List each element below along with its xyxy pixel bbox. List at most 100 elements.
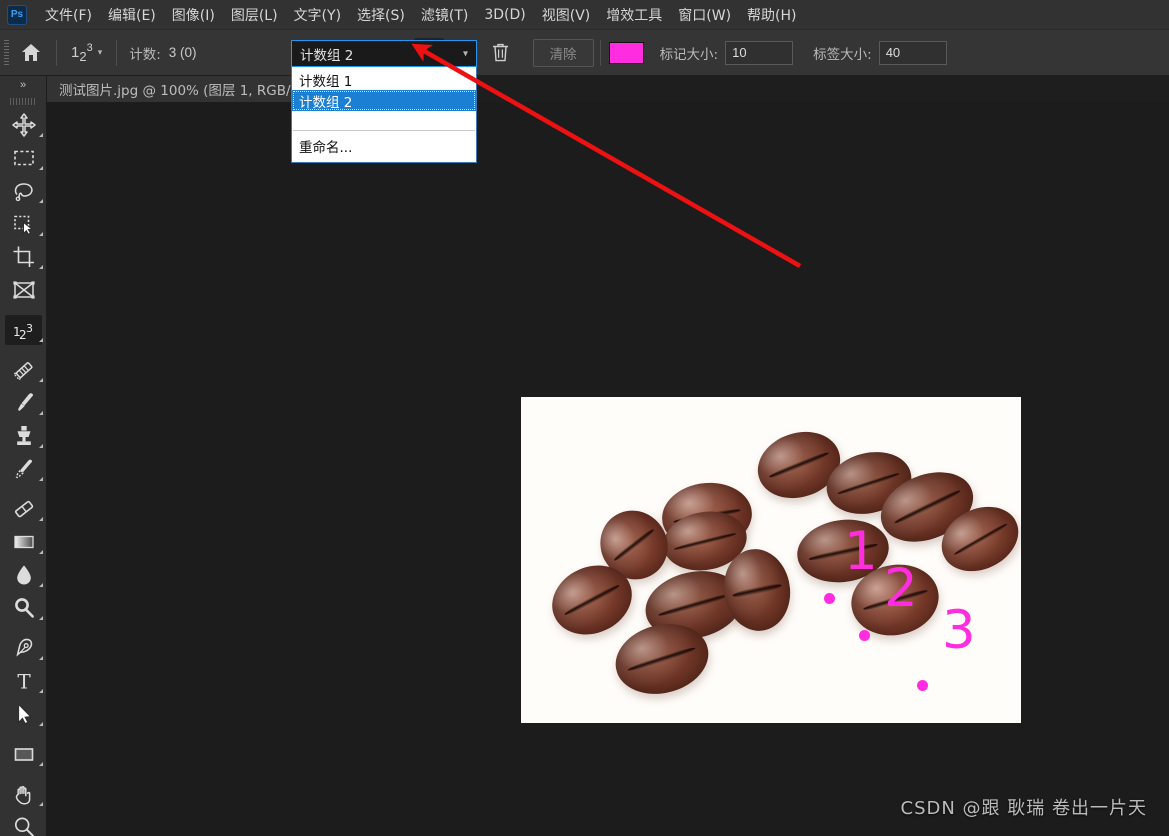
document-tab-bar: 测试图片.jpg @ 100% (图层 1, RGB/8#) * ✕	[47, 76, 1169, 102]
count-marker-dot[interactable]	[824, 593, 835, 604]
tool-separator	[0, 770, 46, 777]
label-size-input[interactable]: 40	[878, 40, 947, 65]
tool-flyout-corner-icon	[39, 378, 43, 382]
marker-size-group: 标记大小: 10	[660, 40, 794, 65]
collapse-tools-button[interactable]: »	[0, 76, 46, 94]
tool-separator	[0, 730, 46, 737]
count-marker-dot[interactable]	[917, 680, 928, 691]
count-marker-label[interactable]: 2	[884, 562, 918, 615]
move-icon	[5, 110, 42, 140]
menu-item-6[interactable]: 滤镜(T)	[413, 1, 476, 29]
tool-hand-tool[interactable]	[0, 777, 47, 810]
chevron-down-icon: ▾	[97, 47, 103, 57]
dodge-icon	[5, 593, 42, 623]
brush-icon	[5, 388, 42, 418]
separator	[56, 39, 57, 66]
marker-color-swatch[interactable]	[608, 41, 644, 64]
tool-separator	[0, 624, 46, 631]
menu-item-8[interactable]: 视图(V)	[534, 1, 599, 29]
crop-icon	[5, 242, 42, 272]
menu-item-2[interactable]: 图像(I)	[164, 1, 223, 29]
count-marker-dot[interactable]	[859, 630, 870, 641]
tool-object-selection-tool[interactable]	[0, 207, 47, 240]
count-marker-label[interactable]: 3	[942, 604, 976, 657]
count-value: 3 (0)	[168, 45, 197, 60]
label-size-group: 标签大小: 40	[813, 40, 947, 65]
tool-history-brush-tool[interactable]	[0, 452, 47, 485]
tool-blur-tool[interactable]	[0, 558, 47, 591]
menu-item-9[interactable]: 增效工具	[598, 1, 670, 29]
hand-icon	[5, 779, 42, 809]
tool-zoom-tool[interactable]	[0, 810, 47, 836]
tool-frame-tool[interactable]	[0, 273, 47, 306]
lasso-icon	[5, 176, 42, 206]
menu-item-10[interactable]: 窗口(W)	[670, 1, 739, 29]
tool-clone-stamp-tool[interactable]	[0, 419, 47, 452]
tool-flyout-corner-icon	[39, 550, 43, 554]
menu-item-0[interactable]: 文件(F)	[37, 1, 100, 29]
tool-preset-picker[interactable]: 123 ▾	[63, 37, 110, 69]
dropdown-spacer	[292, 111, 476, 129]
tool-lasso-tool[interactable]	[0, 174, 47, 207]
count-group-selected-value: 计数组 2	[300, 47, 354, 64]
marker-size-input[interactable]: 10	[725, 40, 794, 65]
menu-item-11[interactable]: 帮助(H)	[739, 1, 804, 29]
count-group-field[interactable]: 计数组 2 ▾	[291, 40, 477, 67]
menu-item-1[interactable]: 编辑(E)	[100, 1, 164, 29]
tool-dodge-tool[interactable]	[0, 591, 47, 624]
options-bar-grip[interactable]	[4, 39, 9, 66]
count-markers-layer: 123	[521, 397, 1021, 723]
tool-pen-tool[interactable]	[0, 631, 47, 664]
watermark-text: CSDN @跟 耿瑞 卷出一片天	[900, 798, 1147, 819]
tool-spot-healing-brush-tool[interactable]	[0, 353, 47, 386]
tool-flyout-corner-icon	[39, 689, 43, 693]
rename-count-group-item[interactable]: 重命名...	[292, 132, 476, 160]
canvas-area[interactable]: 123	[47, 102, 1169, 836]
chevron-down-icon[interactable]: ▾	[463, 48, 468, 59]
trash-icon	[493, 43, 509, 62]
menu-item-4[interactable]: 文字(Y)	[286, 1, 349, 29]
document-canvas[interactable]: 123	[521, 397, 1021, 723]
tools-panel-grip[interactable]	[0, 94, 46, 108]
tool-horizontal-type-tool[interactable]: T	[0, 664, 47, 697]
tool-flyout-corner-icon	[39, 616, 43, 620]
menu-item-7[interactable]: 3D(D)	[476, 3, 533, 27]
tool-flyout-corner-icon	[39, 444, 43, 448]
tool-brush-tool[interactable]	[0, 386, 47, 419]
tool-eraser-tool[interactable]	[0, 492, 47, 525]
tool-move-tool[interactable]	[0, 108, 47, 141]
tool-flyout-corner-icon	[39, 802, 43, 806]
tool-rectangle-tool[interactable]	[0, 737, 47, 770]
tools-panel: » 123 T	[0, 76, 47, 836]
frame-icon	[5, 275, 42, 305]
count-123-icon: 123	[5, 314, 42, 345]
tool-path-selection-tool[interactable]	[0, 697, 47, 730]
tool-rectangular-marquee-tool[interactable]	[0, 141, 47, 174]
count-group-combo[interactable]: 计数组 2 ▾ 计数组 1 计数组 2 重命名...	[291, 40, 477, 163]
home-icon	[22, 44, 40, 61]
tool-flyout-corner-icon	[39, 199, 43, 203]
tool-separator	[0, 485, 46, 492]
count-marker-label[interactable]: 1	[844, 525, 878, 578]
home-button[interactable]	[12, 36, 50, 70]
delete-count-group-button[interactable]	[486, 38, 516, 68]
blur-drop-icon	[5, 560, 42, 590]
menu-items: 文件(F) 编辑(E) 图像(I) 图层(L) 文字(Y) 选择(S) 滤镜(T) 3D(D)…	[37, 1, 805, 29]
menu-bar: Ps 文件(F) 编辑(E) 图像(I) 图层(L) 文字(Y) 选择(S) 滤镜(T) 3D…	[0, 0, 1169, 30]
tool-flyout-corner-icon	[39, 265, 43, 269]
count-group-option-0[interactable]: 计数组 1	[292, 69, 476, 90]
magnifier-icon	[5, 812, 42, 836]
path-arrow-icon	[5, 699, 42, 729]
count-readout: 计数: 3 (0)	[123, 43, 200, 63]
tool-crop-tool[interactable]	[0, 240, 47, 273]
count-group-option-1[interactable]: 计数组 2	[292, 90, 476, 111]
count-group-dropdown-list: 计数组 1 计数组 2 重命名...	[291, 67, 477, 163]
clear-button[interactable]: 清除	[532, 38, 594, 67]
tool-flyout-corner-icon	[39, 656, 43, 660]
tool-gradient-tool[interactable]	[0, 525, 47, 558]
count-label: 计数:	[129, 46, 161, 63]
tool-count-tool[interactable]: 123	[0, 313, 47, 346]
menu-item-3[interactable]: 图层(L)	[223, 1, 286, 29]
menu-item-5[interactable]: 选择(S)	[349, 1, 413, 29]
tool-flyout-corner-icon	[39, 722, 43, 726]
